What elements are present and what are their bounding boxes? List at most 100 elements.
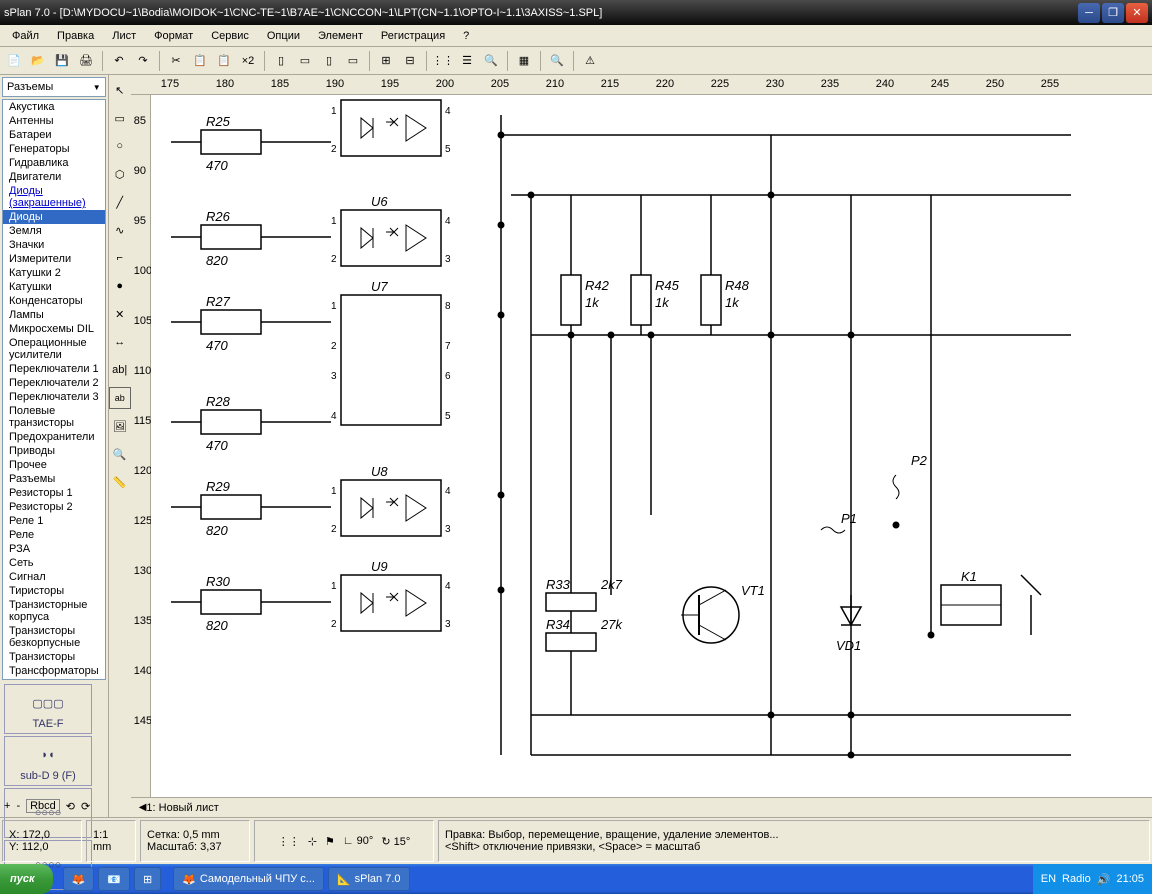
category-item[interactable]: Двигатели [3, 170, 105, 184]
category-item[interactable]: Реле [3, 528, 105, 542]
system-tray[interactable]: EN Radio 🔊 21:05 [1033, 864, 1152, 894]
flag-icon[interactable]: ⚑ [325, 835, 335, 848]
category-item[interactable]: Сигнал [3, 570, 105, 584]
menu-item[interactable]: Сервис [203, 28, 257, 44]
taskbar-app[interactable]: 📐 sPlan 7.0 [328, 867, 410, 891]
radio-indicator[interactable]: Radio [1062, 873, 1091, 885]
volume-icon[interactable]: 🔊 [1097, 873, 1111, 886]
rect-icon[interactable]: ▭ [109, 107, 131, 129]
category-item[interactable]: Транзисторы [3, 650, 105, 664]
category-item[interactable]: Сеть [3, 556, 105, 570]
category-item[interactable]: Лампы [3, 308, 105, 322]
align-icon[interactable]: ▯ [319, 51, 339, 71]
close-button[interactable]: ✕ [1126, 3, 1148, 23]
open-icon[interactable]: 📂 [28, 51, 48, 71]
snap-icon[interactable]: ⊹ [308, 835, 317, 848]
category-item[interactable]: Акустика [3, 100, 105, 114]
pointer-icon[interactable]: ↖ [109, 79, 131, 101]
category-item[interactable]: Переключатели 3 [3, 390, 105, 404]
schematic-canvas[interactable]: R25470R26820R27470R28470R29820R308201245… [151, 95, 1152, 797]
category-item[interactable]: Операционные усилители [3, 336, 105, 362]
print-icon[interactable]: 🖨 [76, 51, 96, 71]
menu-item[interactable]: Правка [49, 28, 102, 44]
category-item[interactable]: Прочее [3, 458, 105, 472]
rotate-cw-icon[interactable]: ⟳ [81, 800, 90, 813]
dup-icon[interactable]: ×2 [238, 51, 258, 71]
category-item[interactable]: Приводы [3, 444, 105, 458]
align-icon[interactable]: ▭ [343, 51, 363, 71]
menu-item[interactable]: ? [455, 28, 477, 44]
measure-icon[interactable]: 📏 [109, 471, 131, 493]
lang-indicator[interactable]: EN [1041, 873, 1056, 885]
start-button[interactable]: пуск [0, 864, 53, 894]
clock[interactable]: 21:05 [1116, 873, 1144, 885]
arrow-icon[interactable]: ↔ [109, 331, 131, 353]
category-item[interactable]: Разъемы [3, 472, 105, 486]
category-dropdown[interactable]: Разъемы [2, 77, 106, 97]
menu-item[interactable]: Лист [104, 28, 144, 44]
preview-item[interactable]: ◗◖sub-D 9 (F) [4, 736, 92, 786]
preview-item[interactable]: ▢▢▢TAE-F [4, 684, 92, 734]
redo-icon[interactable]: ↷ [133, 51, 153, 71]
category-item[interactable]: Батареи [3, 128, 105, 142]
category-item[interactable]: Предохранители [3, 430, 105, 444]
quicklaunch-icon[interactable]: 🦊 [63, 867, 95, 891]
category-item[interactable]: Генераторы [3, 142, 105, 156]
wire-icon[interactable]: ⌐ [109, 247, 131, 269]
label-icon[interactable]: Rbcd [26, 799, 60, 813]
category-item[interactable]: РЗА [3, 542, 105, 556]
zoom-out-icon[interactable]: - [16, 800, 20, 812]
text-icon[interactable]: ab| [109, 359, 131, 381]
category-item[interactable]: Конденсаторы [3, 294, 105, 308]
menu-item[interactable]: Опции [259, 28, 308, 44]
group-icon[interactable]: ⊞ [376, 51, 396, 71]
rotate-ccw-icon[interactable]: ⟲ [66, 800, 75, 813]
category-item[interactable]: Гидравлика [3, 156, 105, 170]
category-list[interactable]: АкустикаАнтенныБатареиГенераторыГидравли… [2, 99, 106, 680]
undo-icon[interactable]: ↶ [109, 51, 129, 71]
cross-icon[interactable]: ✕ [109, 303, 131, 325]
table-icon[interactable]: ▦ [514, 51, 534, 71]
category-item[interactable]: Переключатели 2 [3, 376, 105, 390]
category-item[interactable]: Измерители [3, 252, 105, 266]
category-item[interactable]: Катушки 2 [3, 266, 105, 280]
ungroup-icon[interactable]: ⊟ [400, 51, 420, 71]
category-item[interactable]: Катушки [3, 280, 105, 294]
menu-item[interactable]: Регистрация [373, 28, 453, 44]
quicklaunch-icon[interactable]: 📧 [98, 867, 130, 891]
category-item[interactable]: Микросхемы DIL [3, 322, 105, 336]
zoom-icon[interactable]: 🔍 [547, 51, 567, 71]
paste-icon[interactable]: 📋 [214, 51, 234, 71]
grid-icon[interactable]: ⋮⋮ [433, 51, 453, 71]
save-icon[interactable]: 💾 [52, 51, 72, 71]
circle-icon[interactable]: ○ [109, 135, 131, 157]
category-item[interactable]: Диоды [3, 210, 105, 224]
poly-icon[interactable]: ⬡ [109, 163, 131, 185]
textbox-icon[interactable]: ab [109, 387, 131, 409]
category-item[interactable]: Резисторы 2 [3, 500, 105, 514]
bezier-icon[interactable]: ∿ [109, 219, 131, 241]
image-icon[interactable]: 🖼 [109, 415, 131, 437]
canvas-scroll[interactable]: 859095100105110115120125130135140145 [131, 95, 1152, 797]
grid-icon[interactable]: ⋮⋮ [278, 835, 300, 848]
magnify-icon[interactable]: 🔍 [109, 443, 131, 465]
align-icon[interactable]: ▯ [271, 51, 291, 71]
category-item[interactable]: Трансформаторы [3, 664, 105, 678]
cut-icon[interactable]: ✂ [166, 51, 186, 71]
help-icon[interactable]: ⚠ [580, 51, 600, 71]
category-item[interactable]: Полевые транзисторы [3, 404, 105, 430]
category-item[interactable]: Резисторы 1 [3, 486, 105, 500]
minimize-button[interactable]: ─ [1078, 3, 1100, 23]
category-item[interactable]: Переключатели 1 [3, 362, 105, 376]
list-icon[interactable]: ☰ [457, 51, 477, 71]
category-item[interactable]: Тиристоры [3, 584, 105, 598]
category-item[interactable]: Диоды (закрашенные) [3, 184, 105, 210]
category-item[interactable]: Антенны [3, 114, 105, 128]
menu-item[interactable]: Элемент [310, 28, 371, 44]
maximize-button[interactable]: ❐ [1102, 3, 1124, 23]
line-icon[interactable]: ╱ [109, 191, 131, 213]
align-icon[interactable]: ▭ [295, 51, 315, 71]
category-item[interactable]: Значки [3, 238, 105, 252]
sheet-tabs[interactable]: ◀ 1: Новый лист [131, 797, 1152, 817]
menu-item[interactable]: Файл [4, 28, 47, 44]
